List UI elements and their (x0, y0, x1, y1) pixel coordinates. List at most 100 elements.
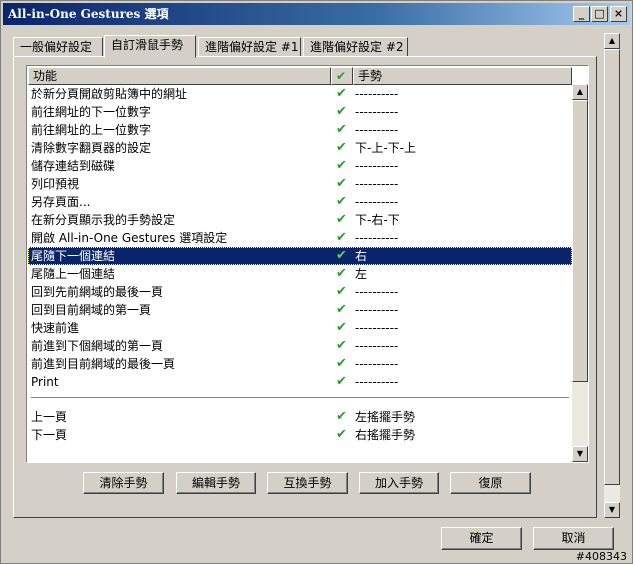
column-header-gesture[interactable]: 手勢 (353, 67, 572, 85)
table-row[interactable]: 在新分頁顯示我的手勢設定 ✔ 下-右-下 (28, 211, 572, 229)
cancel-button[interactable]: 取消 (533, 527, 614, 550)
table-row[interactable]: 前進到目前網域的最後一頁 ✔ ---------- (28, 355, 572, 373)
cancel-label: 取消 (561, 531, 586, 545)
ok-label: 確定 (469, 531, 494, 545)
check-icon[interactable]: ✔ (336, 408, 347, 426)
table-row[interactable]: 儲存連結到磁碟 ✔ ---------- (28, 157, 572, 175)
check-icon[interactable]: ✔ (336, 319, 347, 337)
list-header: 功能 ✔ 手勢 (28, 67, 572, 85)
row-function: 列印預視 (31, 177, 80, 191)
row-function: 前進到目前網域的最後一頁 (31, 357, 176, 371)
row-gesture: 左搖擺手勢 (355, 410, 416, 424)
check-icon[interactable]: ✔ (336, 193, 347, 211)
tab-general-label: 一般偏好設定 (20, 40, 93, 54)
row-function: Print (31, 375, 59, 389)
clear-gesture-button[interactable]: 清除手勢 (83, 472, 164, 494)
swap-gesture-button[interactable]: 互換手勢 (267, 472, 348, 494)
table-row[interactable]: 回到先前網域的最後一頁 ✔ ---------- (28, 283, 572, 301)
minimize-button[interactable]: _ (573, 6, 590, 22)
check-icon[interactable]: ✔ (336, 265, 347, 283)
tab-custom-gestures[interactable]: 自訂滑鼠手勢 (104, 35, 196, 58)
row-gesture: ---------- (355, 231, 399, 245)
title-bar[interactable]: All-in-One Gestures 選項 _ □ × (3, 3, 630, 25)
check-icon[interactable]: ✔ (336, 103, 347, 121)
check-icon[interactable]: ✔ (336, 355, 347, 373)
row-function: 另存頁面... (31, 195, 91, 209)
check-icon[interactable]: ✔ (336, 283, 347, 301)
table-row[interactable]: 尾隨下一個連結 ✔ 右 (28, 247, 572, 265)
table-row[interactable]: 另存頁面... ✔ ---------- (28, 193, 572, 211)
window-scrollbar[interactable]: ▲ ▼ (604, 33, 620, 518)
row-gesture: ---------- (355, 159, 399, 173)
check-icon: ✔ (336, 69, 347, 83)
tab-advanced-2-label: 進階偏好設定 #2 (310, 40, 404, 54)
scroll-up-button[interactable]: ▲ (572, 84, 588, 100)
close-button[interactable]: × (610, 6, 627, 22)
check-icon[interactable]: ✔ (336, 157, 347, 175)
clear-gesture-label: 清除手勢 (99, 476, 148, 490)
table-row[interactable]: 快速前進 ✔ ---------- (28, 319, 572, 337)
row-gesture: 下-右-下 (355, 213, 400, 227)
edit-gesture-button[interactable]: 編輯手勢 (176, 472, 256, 494)
column-header-enabled[interactable]: ✔ (331, 67, 353, 85)
gesture-list[interactable]: 功能 ✔ 手勢 於新分頁開啟剪貼簿中的網址 ✔ ---------- 前往網址的下一位… (26, 65, 589, 463)
row-function: 儲存連結到磁碟 (31, 159, 116, 173)
restore-button[interactable]: 復原 (450, 472, 531, 494)
row-gesture: ---------- (355, 177, 399, 191)
window-scroll-down-button[interactable]: ▼ (604, 502, 620, 518)
check-icon[interactable]: ✔ (336, 85, 347, 103)
scroll-down-button[interactable]: ▼ (572, 446, 588, 462)
table-row[interactable]: 下一頁 ✔ 右搖擺手勢 (28, 426, 572, 444)
arrow-up-icon: ▲ (576, 87, 584, 96)
check-icon[interactable]: ✔ (336, 211, 347, 229)
table-row[interactable]: 回到目前網域的第一頁 ✔ ---------- (28, 301, 572, 319)
window-title: All-in-One Gestures 選項 (8, 7, 169, 21)
check-icon[interactable]: ✔ (336, 139, 347, 157)
row-gesture: 下-上-下-上 (355, 141, 416, 155)
table-row[interactable]: 於新分頁開啟剪貼簿中的網址 ✔ ---------- (28, 85, 572, 103)
check-icon[interactable]: ✔ (336, 247, 347, 265)
check-icon[interactable]: ✔ (336, 229, 347, 247)
swap-gesture-label: 互換手勢 (283, 476, 332, 490)
table-row[interactable]: 上一頁 ✔ 左搖擺手勢 (28, 408, 572, 426)
restore-label: 復原 (478, 476, 503, 490)
column-header-function[interactable]: 功能 (28, 67, 331, 85)
check-icon[interactable]: ✔ (336, 373, 347, 391)
row-function: 於新分頁開啟剪貼簿中的網址 (31, 87, 188, 101)
table-row[interactable]: 前進到下個網域的第一頁 ✔ ---------- (28, 337, 572, 355)
tab-advanced-2[interactable]: 進階偏好設定 #2 (303, 37, 408, 57)
row-gesture: ---------- (355, 357, 399, 371)
check-icon[interactable]: ✔ (336, 121, 347, 139)
add-gesture-button[interactable]: 加入手勢 (359, 472, 439, 494)
arrow-up-icon: ▲ (608, 36, 616, 45)
check-icon[interactable]: ✔ (336, 301, 347, 319)
row-function: 清除數字翻頁器的設定 (31, 141, 152, 155)
row-gesture: ---------- (355, 123, 399, 137)
tab-general[interactable]: 一般偏好設定 (13, 37, 103, 57)
scroll-thumb[interactable] (572, 100, 588, 382)
table-row[interactable]: Print ✔ ---------- (28, 373, 572, 391)
row-function: 尾隨下一個連結 (31, 249, 116, 263)
table-row[interactable]: 列印預視 ✔ ---------- (28, 175, 572, 193)
tab-custom-gestures-label: 自訂滑鼠手勢 (111, 38, 184, 52)
row-function: 前往網址的下一位數字 (31, 105, 152, 119)
maximize-button[interactable]: □ (591, 6, 608, 22)
table-row[interactable]: 清除數字翻頁器的設定 ✔ 下-上-下-上 (28, 139, 572, 157)
window-scroll-up-button[interactable]: ▲ (604, 33, 620, 49)
table-row[interactable]: 前往網址的上一位數字 ✔ ---------- (28, 121, 572, 139)
window-scroll-thumb[interactable] (604, 49, 620, 485)
ok-button[interactable]: 確定 (441, 527, 522, 550)
row-gesture: ---------- (355, 321, 399, 335)
edit-gesture-label: 編輯手勢 (191, 476, 240, 490)
row-gesture: ---------- (355, 303, 399, 317)
table-row[interactable]: 開啟 All-in-One Gestures 選項設定 ✔ ---------- (28, 229, 572, 247)
check-icon[interactable]: ✔ (336, 175, 347, 193)
table-row[interactable]: 前往網址的下一位數字 ✔ ---------- (28, 103, 572, 121)
tab-advanced-1[interactable]: 進階偏好設定 #1 (198, 37, 301, 57)
row-gesture: ---------- (355, 105, 399, 119)
list-scrollbar[interactable]: ▲ ▼ (572, 84, 588, 462)
minimize-icon: _ (578, 7, 585, 20)
check-icon[interactable]: ✔ (336, 426, 347, 444)
check-icon[interactable]: ✔ (336, 337, 347, 355)
table-row[interactable]: 尾隨上一個連結 ✔ 左 (28, 265, 572, 283)
